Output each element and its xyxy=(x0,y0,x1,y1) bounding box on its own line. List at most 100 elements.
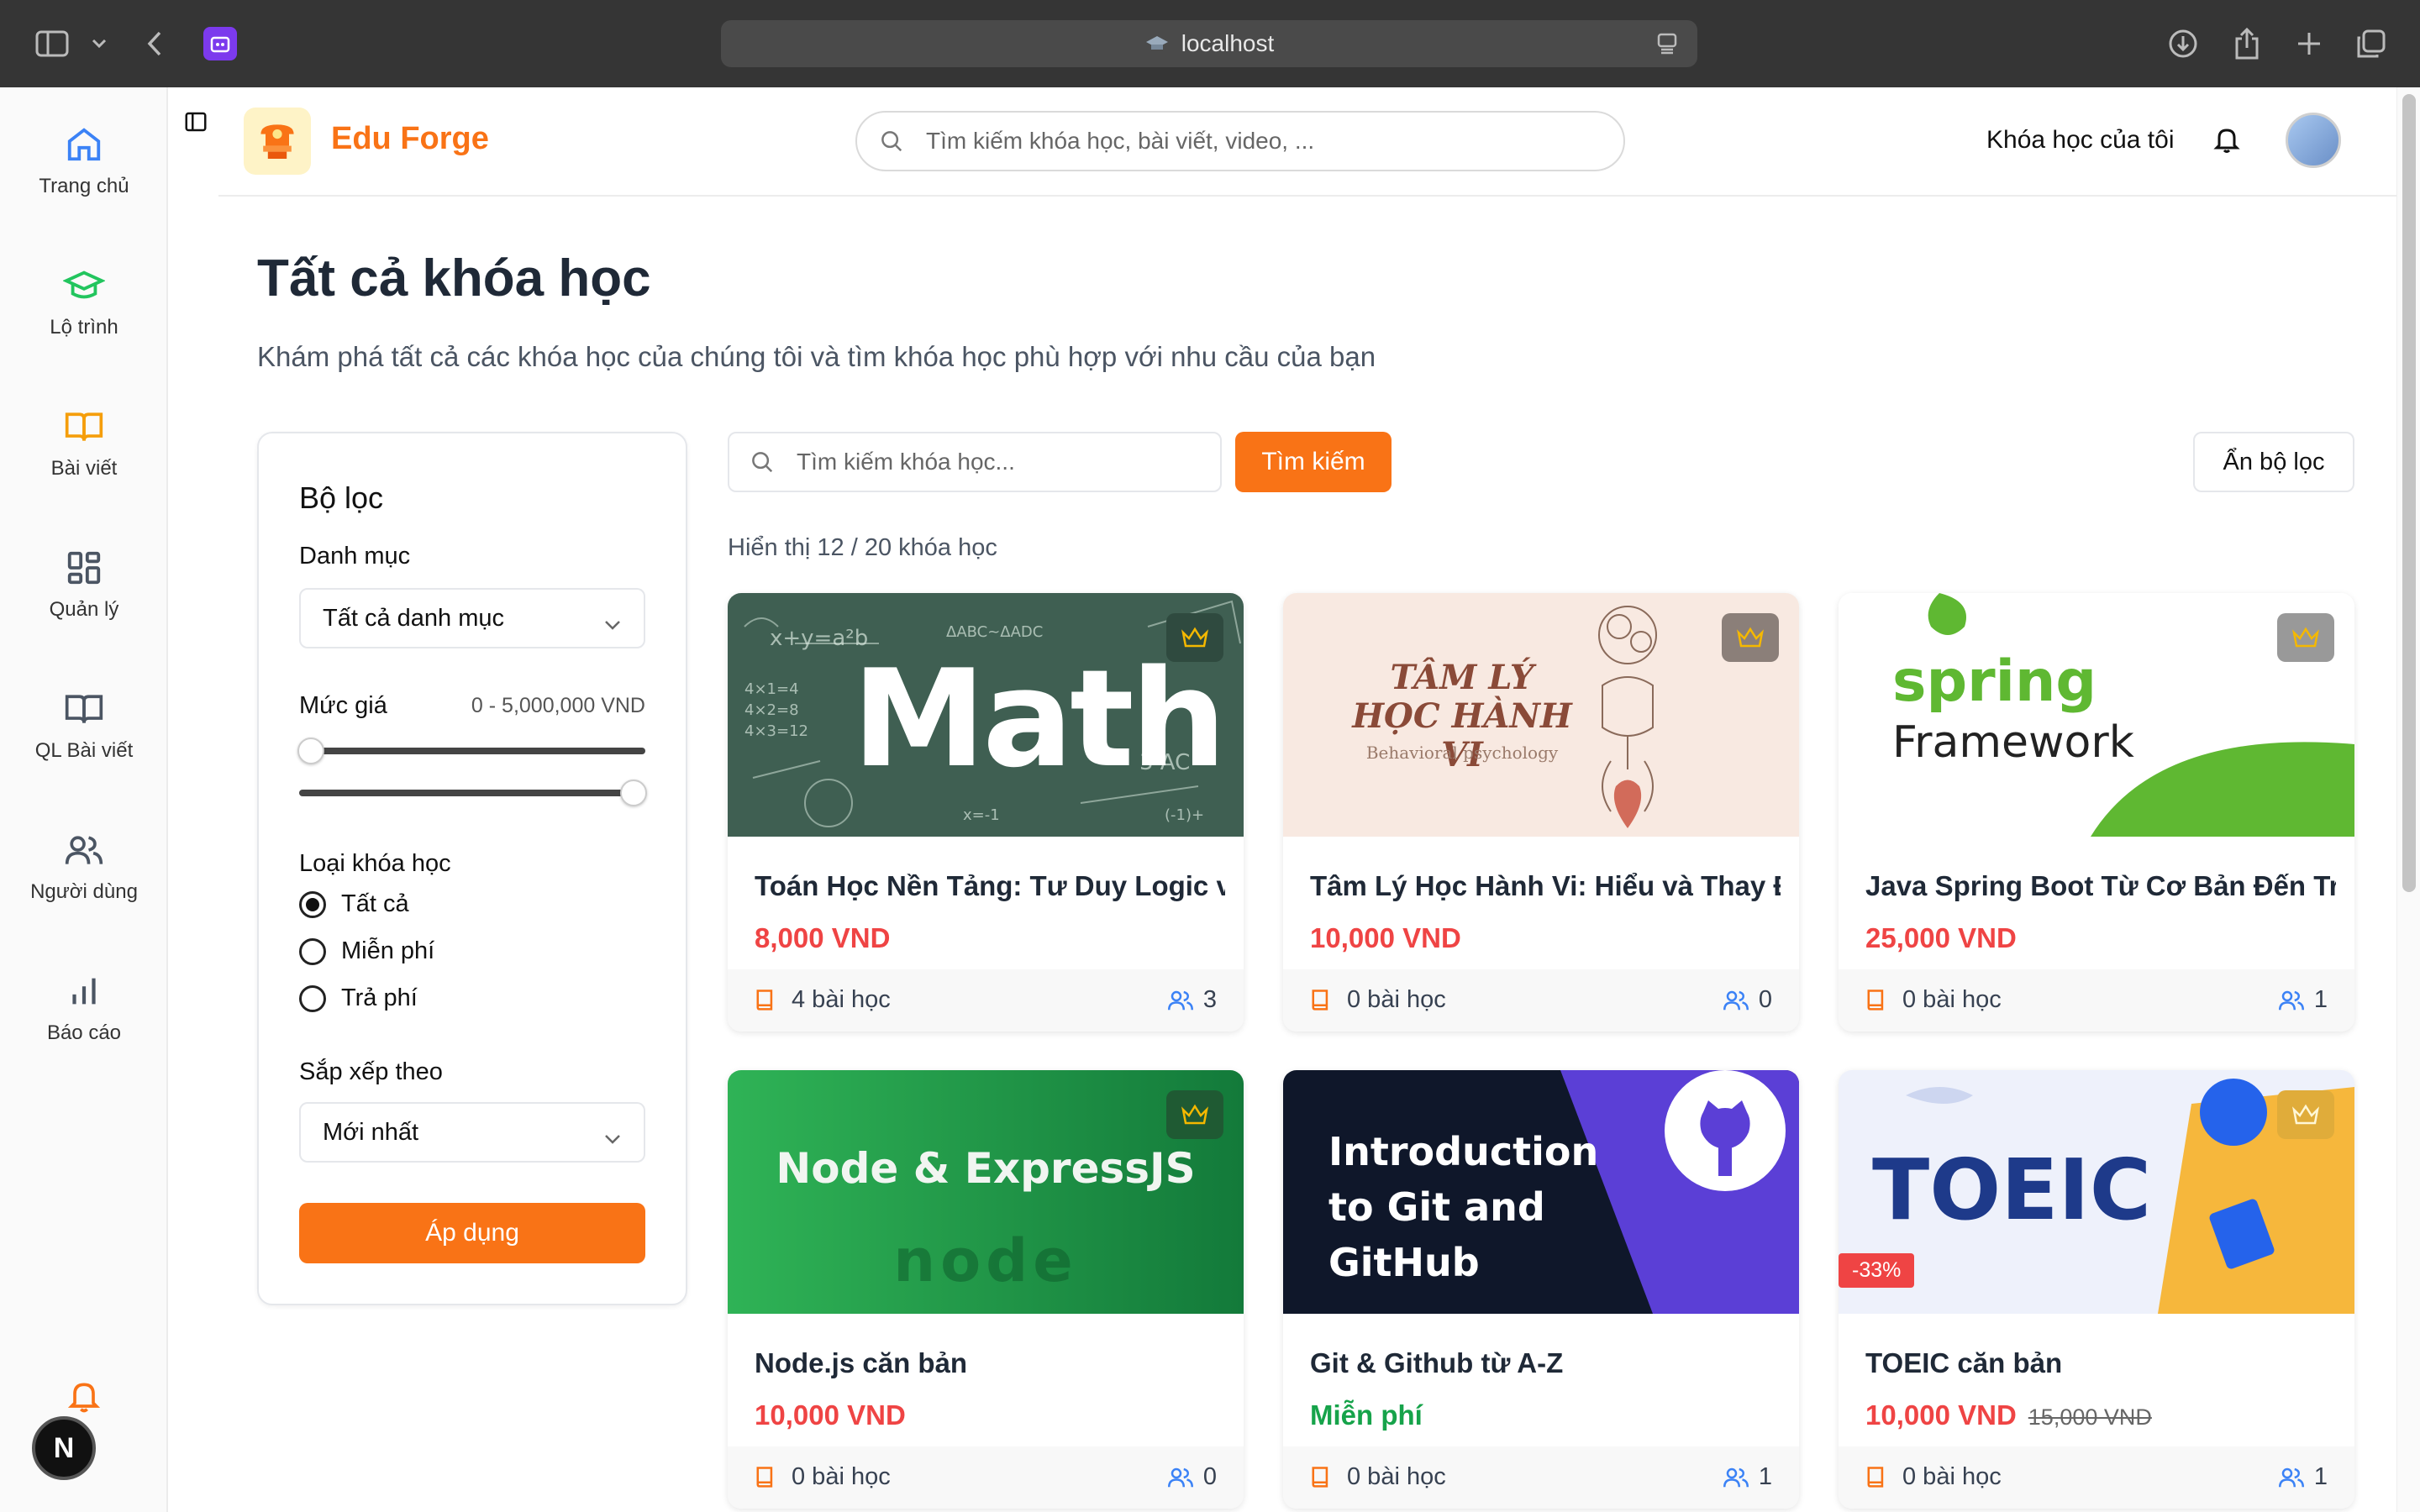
course-card[interactable]: Introduction to Git and GitHub Git & Git… xyxy=(1283,1070,1799,1509)
page-subtitle: Khám phá tất cả các khóa học của chúng t… xyxy=(257,341,1376,372)
lesson-count-text: 0 bài học xyxy=(1902,986,2002,1013)
course-search-input[interactable] xyxy=(797,449,1217,475)
bell-icon[interactable] xyxy=(2212,124,2242,160)
course-title[interactable]: Toán Học Nền Tảng: Tư Duy Logic và Giải … xyxy=(755,870,1225,902)
category-select[interactable]: Tất cả danh mục xyxy=(299,588,645,648)
premium-crown-icon xyxy=(1166,613,1223,662)
node-logo-watermark: node xyxy=(893,1226,1078,1295)
app-sidebar: Trang chủ Lộ trình Bài viết Quản lý QL B… xyxy=(0,87,168,1512)
student-count: 0 xyxy=(1166,1463,1217,1491)
top-header: Edu Forge Khóa học của tôi xyxy=(168,87,2396,195)
sidebar-item-home[interactable]: Trang chủ xyxy=(0,121,168,198)
back-arrow-icon[interactable] xyxy=(134,24,175,64)
profile-avatar[interactable] xyxy=(2286,113,2341,168)
scrollbar-thumb[interactable] xyxy=(2402,94,2416,892)
course-thumbnail: Introduction to Git and GitHub xyxy=(1283,1070,1799,1314)
radio-all[interactable]: Tất cả xyxy=(299,890,409,918)
course-title[interactable]: Node.js căn bản xyxy=(755,1347,1225,1379)
share-icon[interactable] xyxy=(2227,24,2267,64)
price-value: 10,000 VND xyxy=(1865,1399,2017,1431)
sidebar-toggle-icon[interactable] xyxy=(32,24,72,64)
course-search[interactable] xyxy=(728,432,1222,492)
price-slider-max[interactable] xyxy=(299,780,647,806)
global-search[interactable] xyxy=(855,111,1625,171)
radio-label: Tất cả xyxy=(341,890,409,917)
premium-crown-icon xyxy=(2277,1090,2334,1139)
global-search-input[interactable] xyxy=(926,128,1581,155)
svg-text:4×2=8: 4×2=8 xyxy=(744,701,799,719)
course-title[interactable]: Tâm Lý Học Hành Vi: Hiểu và Thay Đổi Hàn… xyxy=(1310,870,1781,902)
page-title: Tất cả khóa học xyxy=(257,249,651,307)
users-icon xyxy=(2278,990,2304,1010)
url-bar[interactable]: localhost xyxy=(721,20,1697,67)
course-card[interactable]: x+y=a²b ΔABC~ΔADC 4×1=4 4×2=8 4×3=12 3 AC x… xyxy=(728,593,1244,1032)
book-open-icon xyxy=(0,403,168,450)
sidebar-item-reports[interactable]: Báo cáo xyxy=(0,968,168,1045)
course-card[interactable]: TÂM LÝ HỌC HÀNH VI Behavioral psychology… xyxy=(1283,593,1799,1032)
users-icon xyxy=(1723,1467,1749,1487)
slider-handle[interactable] xyxy=(297,738,324,764)
book-icon xyxy=(0,685,168,732)
lesson-count-text: 0 bài học xyxy=(1347,1463,1446,1490)
sort-select[interactable]: Mới nhất xyxy=(299,1102,645,1163)
lesson-count: 4 bài học xyxy=(755,986,891,1014)
sidebar-item-label: Bài viết xyxy=(50,457,118,480)
slider-handle[interactable] xyxy=(620,780,647,806)
filter-title: Bộ lọc xyxy=(299,480,384,515)
tabs-overview-icon[interactable] xyxy=(2351,24,2391,64)
course-card[interactable]: node Node & ExpressJS Node.js căn bản 10… xyxy=(728,1070,1244,1509)
sidebar-item-users[interactable]: Người dùng xyxy=(0,827,168,904)
book-icon xyxy=(1867,1466,1884,1488)
course-card[interactable]: TOEIC -33% TOEIC căn bản 10,000 VND 15,00… xyxy=(1839,1070,2354,1509)
sidebar-item-management[interactable]: Quản lý xyxy=(0,544,168,622)
download-icon[interactable] xyxy=(2163,24,2203,64)
hide-filter-button[interactable]: Ẩn bộ lọc xyxy=(2193,432,2354,492)
apply-button[interactable]: Áp dụng xyxy=(299,1203,645,1263)
svg-text:4×1=4: 4×1=4 xyxy=(744,680,799,698)
logo-icon[interactable] xyxy=(244,108,311,175)
sidebar-item-articles[interactable]: Bài viết xyxy=(0,403,168,480)
new-tab-plus-icon[interactable] xyxy=(2289,24,2329,64)
thumbnail-text: Introduction to Git and GitHub xyxy=(1328,1129,1599,1285)
book-icon xyxy=(756,989,773,1011)
thumbnail-text: Math xyxy=(852,640,1227,797)
search-button[interactable]: Tìm kiếm xyxy=(1235,432,1392,492)
users-icon xyxy=(0,827,168,874)
sidebar-item-roadmap[interactable]: Lộ trình xyxy=(0,262,168,339)
my-courses-link[interactable]: Khóa học của tôi xyxy=(1986,126,2175,155)
lesson-count-text: 0 bài học xyxy=(1902,1463,2002,1490)
scrollbar[interactable] xyxy=(2396,87,2420,1512)
sort-label: Sắp xếp theo xyxy=(299,1058,443,1085)
course-price: 10,000 VND 15,000 VND xyxy=(1865,1399,2152,1431)
category-label: Danh mục xyxy=(299,543,411,570)
chevron-down-icon[interactable] xyxy=(79,24,119,64)
radio-button[interactable] xyxy=(299,937,326,965)
price-value: Miễn phí xyxy=(1310,1399,1423,1431)
panel-toggle-icon[interactable] xyxy=(183,109,208,139)
radio-button[interactable] xyxy=(299,890,326,918)
sidebar-item-article-management[interactable]: QL Bài viết xyxy=(0,685,168,763)
reader-icon[interactable] xyxy=(1655,32,1679,61)
course-title[interactable]: Java Spring Boot Từ Cơ Bản Đến Triển Kha… xyxy=(1865,870,2336,902)
course-title[interactable]: TOEIC căn bản xyxy=(1865,1347,2336,1379)
user-avatar[interactable]: N xyxy=(32,1416,96,1480)
price-label: Mức giá xyxy=(299,692,387,719)
course-footer: 4 bài học 3 xyxy=(728,969,1244,1032)
svg-text:x=-1: x=-1 xyxy=(963,806,1000,824)
extension-icon[interactable] xyxy=(203,27,237,60)
discount-badge: -33% xyxy=(1839,1253,1915,1288)
notification-bell-icon[interactable] xyxy=(66,1378,103,1420)
sort-value: Mới nhất xyxy=(323,1118,419,1146)
lesson-count: 0 bài học xyxy=(1310,1463,1446,1491)
radio-free[interactable]: Miễn phí xyxy=(299,937,434,965)
radio-paid[interactable]: Trả phí xyxy=(299,984,418,1012)
course-title[interactable]: Git & Github từ A-Z xyxy=(1310,1347,1781,1379)
thumbnail-text: TOEIC xyxy=(1872,1141,2152,1239)
brand-name[interactable]: Edu Forge xyxy=(331,121,489,157)
radio-button[interactable] xyxy=(299,984,326,1012)
lesson-count: 0 bài học xyxy=(1865,1463,2002,1491)
graduation-cap-icon xyxy=(0,262,168,309)
price-slider-min[interactable] xyxy=(297,738,645,764)
site-icon xyxy=(1145,36,1168,50)
course-card[interactable]: spring Framework Java Spring Boot Từ Cơ … xyxy=(1839,593,2354,1032)
